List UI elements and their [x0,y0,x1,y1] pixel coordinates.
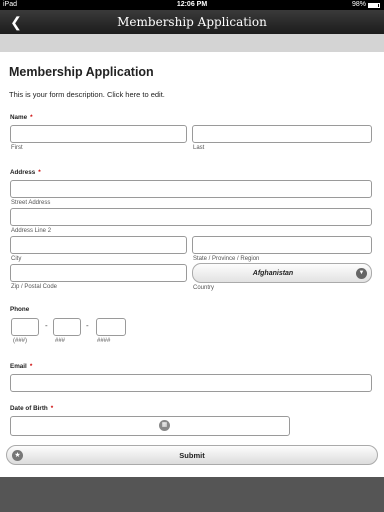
last-name-sublabel: Last [193,145,205,151]
address-label-text: Address [10,169,36,176]
zip-sublabel: Zip / Postal Code [11,284,58,290]
required-mark: * [50,405,54,412]
email-input[interactable] [10,374,372,392]
header-gap [0,34,384,52]
chevron-down-icon: ▼ [356,268,367,279]
phone-area-input[interactable] [11,318,39,336]
submit-label: Submit [179,451,205,460]
zip-input[interactable] [10,264,187,282]
status-time: 12:06 PM [176,1,208,8]
dob-input[interactable]: ▦ [10,416,290,436]
form-card: Membership Application This is your form… [0,52,384,477]
dob-label: Date of Birth * [10,405,53,412]
phone-dash: - [45,321,48,330]
calendar-icon[interactable]: ▦ [159,420,170,431]
form-title: Membership Application [9,65,154,79]
form-description[interactable]: This is your form description. Click her… [9,90,165,99]
phone-line-input[interactable] [96,318,126,336]
bottom-background [0,477,384,512]
status-bar: iPad 12:06 PM 98% [0,0,384,10]
state-sublabel: State / Province / Region [193,256,260,262]
phone-line-sublabel: #### [97,338,111,344]
phone-dash: - [86,321,89,330]
email-label: Email * [10,363,32,370]
name-label: Name * [10,114,33,121]
state-input[interactable] [192,236,372,254]
required-mark: * [38,169,41,176]
first-name-input[interactable] [10,125,187,143]
country-value: Afghanistan [252,270,294,277]
first-name-sublabel: First [11,145,23,151]
required-mark: * [29,363,33,370]
phone-prefix-sublabel: ### [55,338,66,344]
battery-status: 98% [352,0,380,10]
street-address-input[interactable] [10,180,372,198]
city-input[interactable] [10,236,187,254]
street-address-sublabel: Street Address [11,200,51,206]
nav-title: Membership Application [117,15,267,29]
last-name-input[interactable] [192,125,372,143]
address-label: Address * [10,169,41,176]
nav-bar: ❮ Membership Application [0,10,384,34]
city-sublabel: City [11,256,22,262]
country-sublabel: Country [193,285,215,291]
submit-button[interactable]: ★ Submit [6,445,378,465]
address-line2-sublabel: Address Line 2 [11,228,52,234]
required-mark: * [30,114,33,121]
email-label-text: Email [10,363,27,370]
name-label-text: Name [10,114,28,121]
battery-percent: 98% [351,1,366,8]
battery-icon [368,2,380,8]
country-select[interactable]: Afghanistan ▼ [192,263,372,283]
phone-prefix-input[interactable] [53,318,81,336]
phone-area-sublabel: (###) [13,338,28,344]
dob-label-text: Date of Birth [10,405,48,412]
address-line2-input[interactable] [10,208,372,226]
phone-label: Phone [10,306,30,313]
